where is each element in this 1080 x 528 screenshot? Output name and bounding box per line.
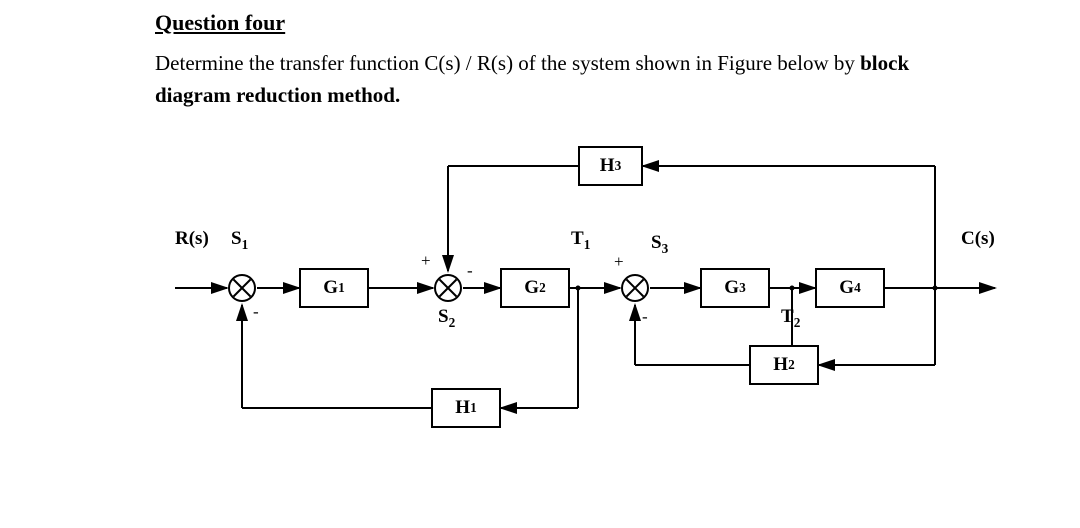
block-g3: G3: [700, 268, 770, 308]
label-t2: T2: [781, 306, 800, 331]
label-cs: C(s): [961, 228, 995, 250]
block-g4: G4: [815, 268, 885, 308]
label-s3: S3: [651, 232, 668, 257]
block-h2: H2: [749, 345, 819, 385]
sign-s1-minus: -: [253, 302, 259, 322]
diagram-lines: [175, 133, 1015, 493]
label-s1: S1: [231, 228, 248, 253]
summing-s3: [621, 274, 649, 302]
question-text: Determine the transfer function C(s) / R…: [155, 48, 925, 111]
block-h1: H1: [431, 388, 501, 428]
question-title: Question four: [155, 10, 925, 36]
summing-s2: [434, 274, 462, 302]
block-diagram: R(s) S1 C(s) T1 S3 S2 T2 + - + - - G1 G2…: [175, 133, 1015, 493]
sign-s2-plus: +: [421, 251, 431, 271]
block-h3: H3: [578, 146, 643, 186]
label-s2: S2: [438, 306, 455, 331]
block-g2: G2: [500, 268, 570, 308]
sign-s3-minus: -: [642, 307, 648, 327]
sign-s3-plus: +: [614, 252, 624, 272]
text-body: Determine the transfer function C(s) / R…: [155, 51, 860, 75]
label-rs: R(s): [175, 228, 209, 250]
sign-s2-minus: -: [467, 261, 473, 281]
block-g1: G1: [299, 268, 369, 308]
label-t1: T1: [571, 228, 590, 253]
summing-s1: [228, 274, 256, 302]
